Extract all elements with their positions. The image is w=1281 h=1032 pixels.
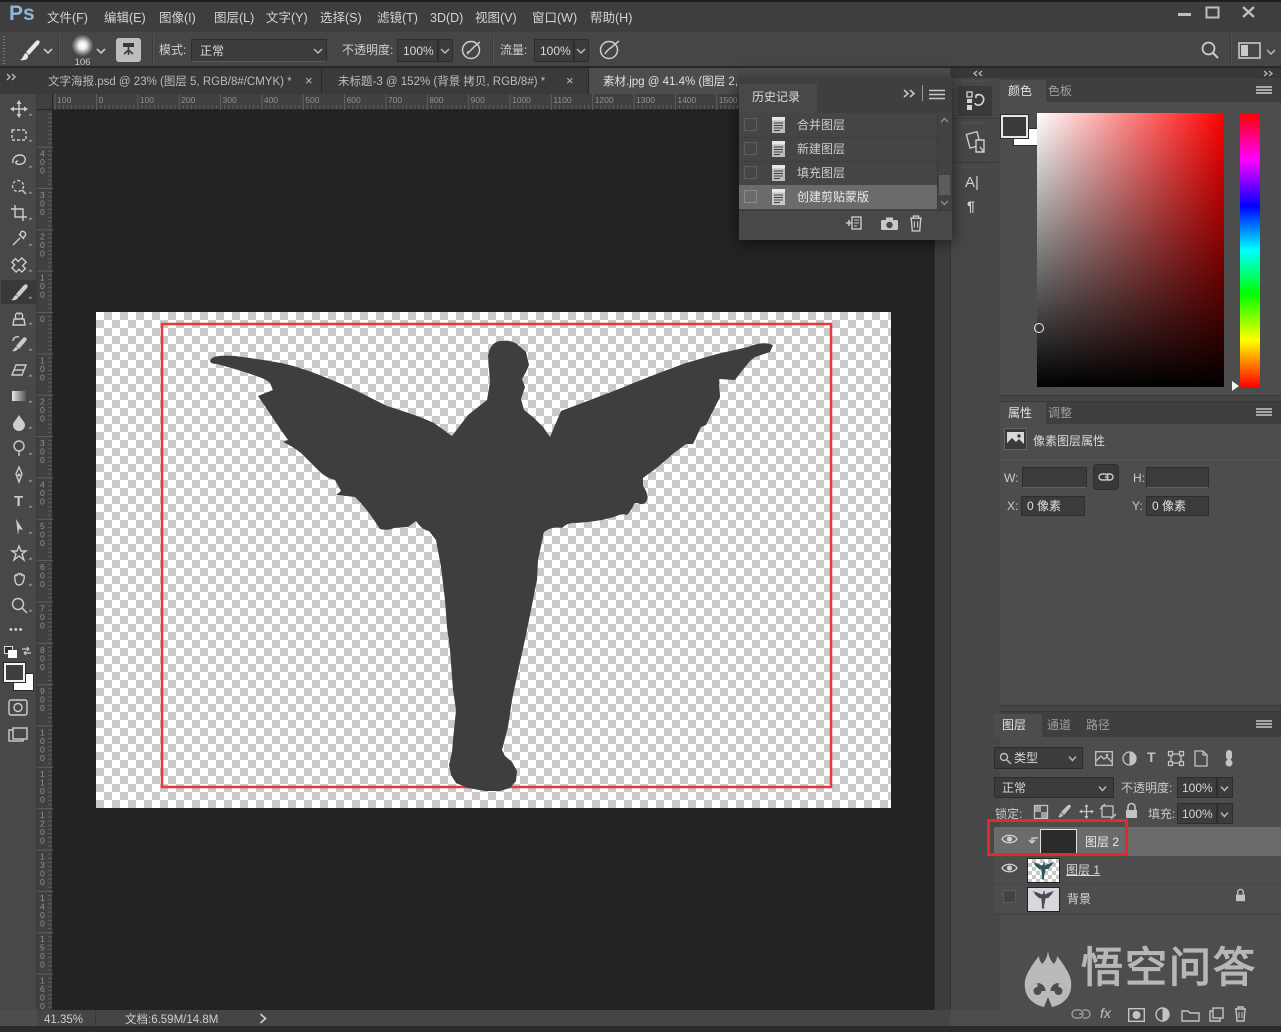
svg-text:0: 0 <box>40 314 45 324</box>
svg-text:200: 200 <box>181 95 195 105</box>
svg-text:800: 800 <box>429 95 443 105</box>
svg-text:500: 500 <box>305 95 319 105</box>
svg-text:0: 0 <box>40 455 45 465</box>
svg-text:700: 700 <box>388 95 402 105</box>
svg-text:1100: 1100 <box>553 95 572 105</box>
svg-text:0: 0 <box>40 207 45 217</box>
svg-text:0: 0 <box>40 960 45 970</box>
svg-text:300: 300 <box>223 95 237 105</box>
svg-text:0: 0 <box>40 703 45 713</box>
svg-text:0: 0 <box>40 620 45 630</box>
svg-text:0: 0 <box>40 414 45 424</box>
svg-text:T: T <box>14 493 23 510</box>
svg-text:400: 400 <box>264 95 278 105</box>
svg-text:1400: 1400 <box>677 95 696 105</box>
svg-text:1200: 1200 <box>595 95 614 105</box>
svg-text:0: 0 <box>40 290 45 300</box>
svg-text:0: 0 <box>40 579 45 589</box>
svg-text:0: 0 <box>40 918 45 928</box>
svg-text:0: 0 <box>40 877 45 887</box>
svg-text:1000: 1000 <box>512 95 531 105</box>
svg-text:0: 0 <box>40 372 45 382</box>
svg-text:0: 0 <box>40 248 45 258</box>
svg-text:600: 600 <box>347 95 361 105</box>
svg-text:100: 100 <box>57 95 71 105</box>
svg-text:0: 0 <box>40 166 45 176</box>
svg-text:0: 0 <box>40 496 45 506</box>
svg-text:0: 0 <box>40 753 45 763</box>
svg-text:1500: 1500 <box>719 95 738 105</box>
svg-text:0: 0 <box>40 794 45 804</box>
svg-text:1300: 1300 <box>636 95 655 105</box>
svg-text:900: 900 <box>471 95 485 105</box>
svg-text:0: 0 <box>40 538 45 548</box>
svg-text:0: 0 <box>40 836 45 846</box>
svg-text:0: 0 <box>99 95 104 105</box>
svg-text:100: 100 <box>140 95 154 105</box>
svg-text:0: 0 <box>40 662 45 672</box>
